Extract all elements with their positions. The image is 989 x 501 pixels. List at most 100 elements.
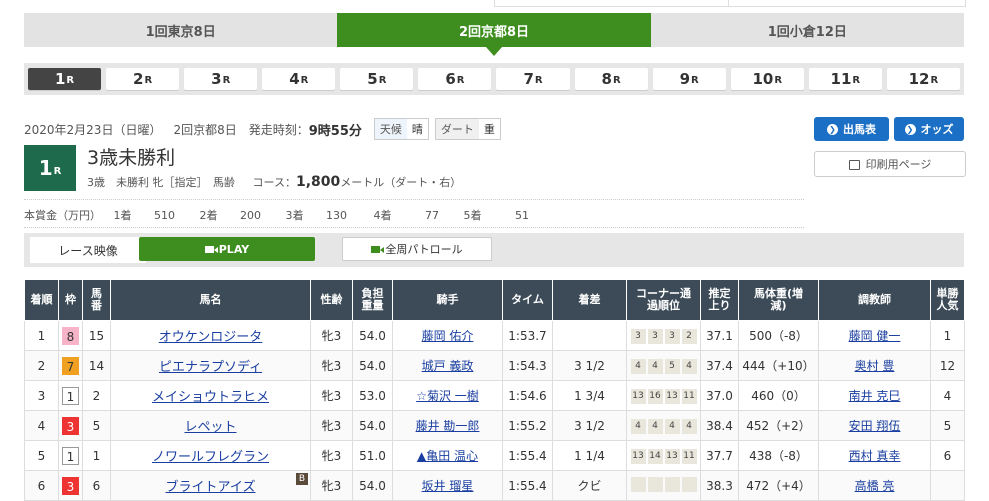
top-dropdown-left[interactable] bbox=[494, 0, 732, 7]
header-horse-number[interactable]: 馬番 bbox=[82, 279, 111, 321]
race-tab-number: 7 bbox=[523, 70, 534, 88]
waku-cell: 1 bbox=[58, 380, 83, 411]
race-tab-number: 3 bbox=[211, 70, 222, 88]
chevron-right-icon: ❯ bbox=[904, 123, 916, 135]
odds-button[interactable]: ❯ オッズ bbox=[894, 117, 964, 141]
corner-position: 13 bbox=[664, 389, 680, 404]
top-dropdown-right[interactable] bbox=[728, 0, 966, 7]
waku-cell: 3 bbox=[58, 470, 83, 501]
trainer-link[interactable]: 奥村 豊 bbox=[855, 359, 895, 373]
header-waku[interactable]: 枠 bbox=[58, 279, 83, 321]
print-page-label: 印刷用ページ bbox=[865, 158, 932, 171]
race-tab-number: 9 bbox=[679, 70, 691, 88]
header-popularity[interactable]: 単勝人気 bbox=[930, 279, 965, 321]
race-tab-6[interactable]: 6R bbox=[418, 68, 492, 90]
header-finish[interactable]: 着順 bbox=[24, 279, 59, 321]
trainer-link[interactable]: 安田 翔伍 bbox=[849, 419, 901, 433]
prize-money: 本賞金（万円） 1着 510 2着 200 3着 130 4着 77 5着 51 bbox=[24, 207, 529, 223]
distance-unit: メートル bbox=[340, 176, 385, 189]
venue-tab-kyoto[interactable]: 2回京都8日 bbox=[337, 13, 651, 56]
print-page-button[interactable]: 印刷用ページ bbox=[814, 151, 966, 177]
jockey-link[interactable]: 藤岡 佑介 bbox=[422, 329, 474, 343]
race-tab-2[interactable]: 2R bbox=[106, 68, 180, 90]
weather-box: 天候 晴 bbox=[373, 118, 429, 140]
jockey-link[interactable]: 城戸 義政 bbox=[422, 359, 474, 373]
race-tab-number: 1 bbox=[54, 70, 66, 88]
header-weight-carried[interactable]: 負担重量 bbox=[352, 279, 393, 321]
start-time-label: 発走時刻： bbox=[248, 122, 309, 137]
race-date: 2020年2月23日（日曜） bbox=[24, 122, 162, 137]
corner-position: 5 bbox=[664, 359, 680, 374]
trainer-link[interactable]: 高橋 亮 bbox=[855, 479, 895, 493]
patrol-video-button[interactable]: 全周パトロール bbox=[342, 237, 492, 261]
sex-age: 牝3 bbox=[310, 320, 353, 351]
horse-name-link[interactable]: ピエナラプソディ bbox=[159, 360, 262, 375]
corner-position bbox=[630, 476, 646, 492]
jockey-link[interactable]: ▲亀田 温心 bbox=[417, 449, 478, 463]
header-corner[interactable]: コーナー通過順位 bbox=[626, 279, 701, 321]
race-tab-4[interactable]: 4R bbox=[262, 68, 336, 90]
margin: 1 3/4 bbox=[552, 380, 627, 411]
race-tab-5[interactable]: 5R bbox=[340, 68, 414, 90]
race-time: 1:54.6 bbox=[502, 380, 553, 411]
race-tab-8[interactable]: 8R bbox=[574, 68, 648, 90]
race-tab-3[interactable]: 3R bbox=[184, 68, 258, 90]
race-tab-suffix: R bbox=[691, 75, 699, 86]
trainer-link[interactable]: 藤岡 健一 bbox=[849, 329, 901, 343]
horse-name-cell: オウケンロジータ bbox=[110, 320, 311, 351]
horse-name-link[interactable]: レペット bbox=[184, 420, 236, 435]
race-tab-suffix: R bbox=[144, 75, 153, 86]
race-tab-suffix: R bbox=[66, 75, 75, 86]
header-margin[interactable]: 着差 bbox=[552, 279, 627, 321]
jockey-link[interactable]: 坂井 瑠星 bbox=[422, 479, 474, 493]
race-title: 3歳未勝利 bbox=[87, 147, 176, 169]
waku-cell: 1 bbox=[58, 440, 83, 471]
margin: 1 1/4 bbox=[552, 440, 627, 471]
header-horse-name[interactable]: 馬名 bbox=[110, 279, 311, 321]
corner-position bbox=[647, 476, 663, 492]
horse-name-link[interactable]: ブライトアイズ bbox=[166, 480, 256, 495]
venue-tab-tokyo[interactable]: 1回東京8日 bbox=[24, 13, 337, 47]
last-3f: 38.3 bbox=[700, 470, 739, 501]
jockey-link[interactable]: 藤井 勘一郎 bbox=[416, 419, 480, 433]
race-tab-7[interactable]: 7R bbox=[496, 68, 570, 90]
race-tab-suffix: R bbox=[456, 75, 465, 86]
header-body-weight[interactable]: 馬体重(増減) bbox=[738, 279, 819, 321]
horse-number: 15 bbox=[82, 320, 111, 351]
race-tab-bar: 1 R 2 R 3 R 4 R 5 R 6 R 7 R 8 R 9 R 10 R 11 R 12 R bbox=[24, 63, 964, 95]
race-tab-9[interactable]: 9R bbox=[652, 68, 726, 90]
horse-number: 5 bbox=[82, 410, 111, 441]
header-last3f[interactable]: 推定上り bbox=[700, 279, 739, 321]
race-tab-12[interactable]: 12 R bbox=[886, 68, 960, 90]
corner-position: 4 bbox=[630, 419, 646, 434]
horse-name-link[interactable]: メイショウトラヒメ bbox=[152, 390, 269, 405]
weather-value: 晴 bbox=[406, 119, 428, 139]
header-time[interactable]: タイム bbox=[502, 279, 553, 321]
race-tab-11[interactable]: 11 R bbox=[808, 68, 882, 90]
shutsuba-button[interactable]: ❯ 出馬表 bbox=[814, 117, 889, 141]
weight-carried: 54.0 bbox=[352, 470, 393, 501]
horse-name-link[interactable]: ノワールフレグラン bbox=[152, 450, 269, 465]
patrol-video-label: 全周パトロール bbox=[385, 243, 463, 256]
race-tab-number: 11 bbox=[830, 70, 852, 88]
header-trainer[interactable]: 調教師 bbox=[818, 279, 931, 321]
trainer-link[interactable]: 南井 克巳 bbox=[849, 389, 901, 403]
blinker-icon: B bbox=[296, 473, 308, 485]
header-jockey[interactable]: 騎手 bbox=[392, 279, 503, 321]
race-tab-10[interactable]: 10 R bbox=[730, 68, 804, 90]
last-3f: 37.1 bbox=[700, 320, 739, 351]
horse-number: 6 bbox=[82, 470, 111, 501]
trainer-link[interactable]: 西村 真幸 bbox=[849, 449, 901, 463]
divider bbox=[24, 227, 804, 228]
last-3f: 37.0 bbox=[700, 380, 739, 411]
race-tab-1[interactable]: 1R bbox=[28, 68, 102, 90]
venue-tab-kokura[interactable]: 1回小倉12日 bbox=[651, 13, 964, 47]
popularity: 4 bbox=[930, 380, 965, 411]
sex-age: 牝3 bbox=[310, 410, 353, 441]
play-button[interactable]: PLAY bbox=[139, 237, 315, 261]
jockey-link[interactable]: ☆菊沢 一樹 bbox=[416, 389, 479, 403]
popularity bbox=[930, 470, 965, 501]
horse-name-link[interactable]: オウケンロジータ bbox=[159, 330, 263, 345]
header-sex-age[interactable]: 性齢 bbox=[310, 279, 353, 321]
corner-position: 13 bbox=[664, 449, 680, 464]
